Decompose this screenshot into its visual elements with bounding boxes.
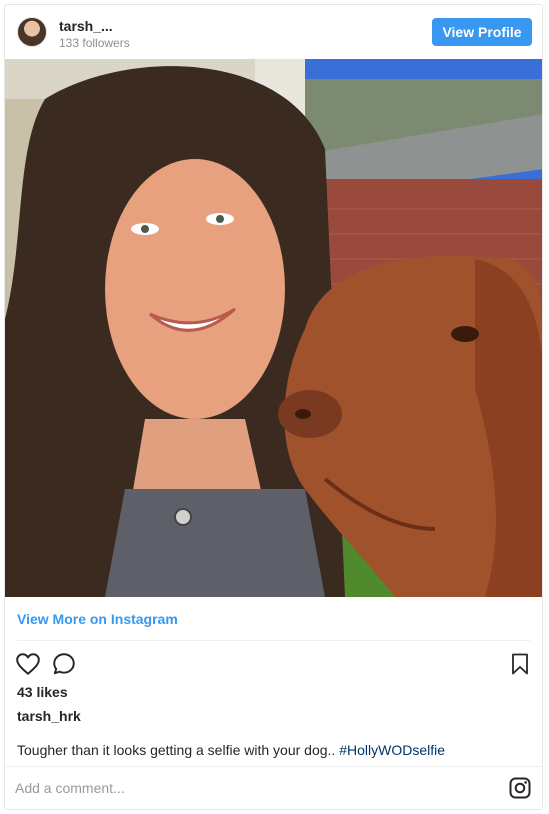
divider xyxy=(17,640,530,641)
comment-icon[interactable] xyxy=(51,651,77,677)
follower-count: 133 followers xyxy=(59,36,130,50)
caption-hashtag[interactable]: #HollyWODselfie xyxy=(339,742,445,758)
avatar[interactable] xyxy=(17,17,47,47)
post-author[interactable]: tarsh_hrk xyxy=(17,708,81,724)
view-more-link[interactable]: View More on Instagram xyxy=(17,611,178,627)
instagram-embed-card: tarsh_... 133 followers View Profile Vie… xyxy=(4,4,543,810)
caption-text: Tougher than it looks getting a selfie w… xyxy=(17,742,340,758)
view-profile-button[interactable]: View Profile xyxy=(432,18,532,46)
bookmark-icon[interactable] xyxy=(508,651,532,677)
post-header: tarsh_... 133 followers View Profile xyxy=(5,5,542,59)
heart-icon[interactable] xyxy=(15,651,41,677)
post-caption: Tougher than it looks getting a selfie w… xyxy=(17,742,445,758)
comment-input[interactable] xyxy=(15,777,475,799)
username[interactable]: tarsh_... xyxy=(59,18,113,34)
instagram-icon[interactable] xyxy=(508,776,532,800)
comment-bar xyxy=(5,766,542,809)
post-photo[interactable] xyxy=(5,59,542,597)
like-count[interactable]: 43 likes xyxy=(17,684,68,700)
